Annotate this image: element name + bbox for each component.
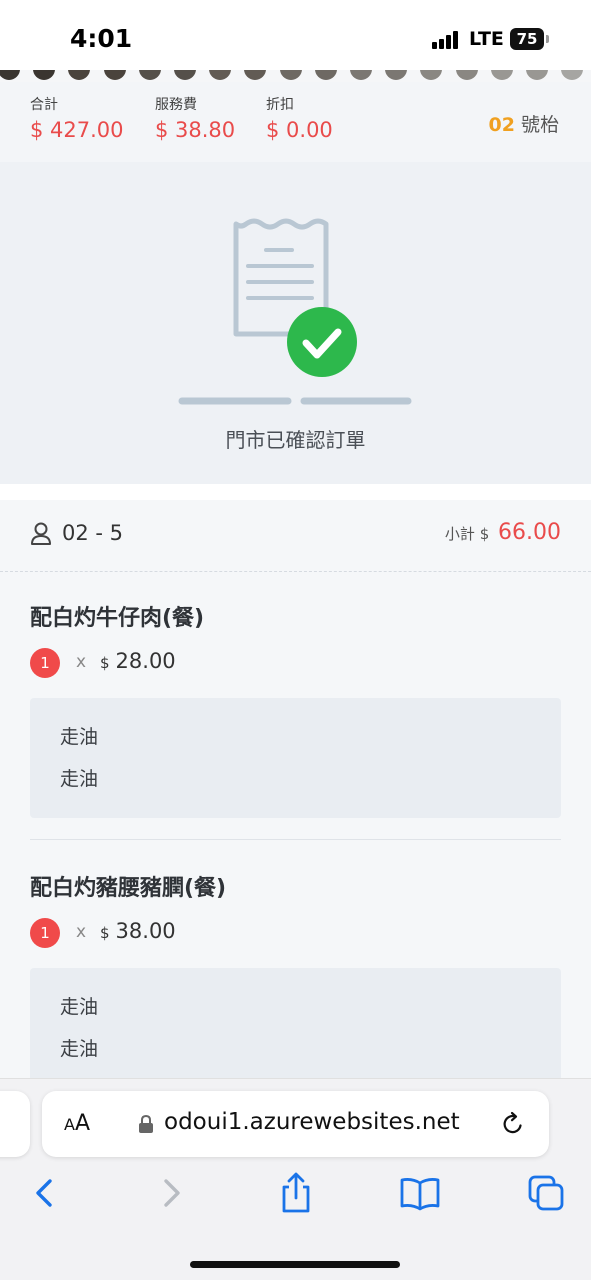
address-bar[interactable]: AA odoui1.azurewebsites.net bbox=[42, 1091, 549, 1157]
confirmation-panel: 門市已確認訂單 bbox=[0, 162, 591, 484]
item-name: 配白灼豬腰豬膶(餐) bbox=[30, 876, 227, 901]
scallop bbox=[420, 70, 443, 80]
order-summary: 合計 $ 427.00 服務費 $ 38.80 折扣 $ 0.00 02 號枱 bbox=[0, 82, 591, 162]
tabs-icon[interactable] bbox=[524, 1171, 568, 1215]
subtotal: 小計 $ 66.00 bbox=[445, 520, 561, 545]
item-note: 走油 bbox=[60, 996, 99, 1018]
share-icon[interactable] bbox=[274, 1171, 318, 1215]
scallop bbox=[526, 70, 548, 80]
status-bar: 4:01 LTE 75 bbox=[0, 0, 591, 72]
table-number: 02 號枱 bbox=[489, 110, 559, 137]
lock-icon bbox=[139, 1114, 153, 1133]
confirmation-message: 門市已確認訂單 bbox=[225, 428, 366, 452]
scallop bbox=[244, 70, 267, 80]
item-price-value: 38.00 bbox=[115, 919, 176, 943]
item-price: $38.00 bbox=[100, 919, 176, 943]
scallop bbox=[490, 70, 513, 80]
order-content[interactable]: 02 - 5 小計 $ 66.00 配白灼牛仔肉(餐) 1 x $28.00 走… bbox=[0, 500, 591, 1080]
scallop bbox=[174, 70, 196, 80]
item-currency: $ bbox=[100, 924, 110, 942]
service-label: 服務費 bbox=[155, 97, 197, 113]
total-column: 合計 $ 427.00 bbox=[30, 94, 124, 142]
qty-row: 1 x $28.00 bbox=[30, 648, 561, 678]
url-text[interactable]: odoui1.azurewebsites.net bbox=[164, 1109, 460, 1135]
total-label: 合計 bbox=[30, 97, 58, 113]
item-price-value: 28.00 bbox=[115, 649, 176, 673]
qty-times: x bbox=[76, 652, 87, 672]
item-name: 配白灼牛仔肉(餐) bbox=[30, 606, 205, 631]
battery-tip bbox=[546, 35, 549, 43]
signal-icon bbox=[432, 31, 462, 49]
home-indicator bbox=[190, 1261, 400, 1268]
table-number-value: 02 bbox=[488, 114, 515, 136]
network-label: LTE bbox=[469, 28, 504, 50]
qty-row: 1 x $38.00 bbox=[30, 918, 561, 948]
discount-label: 折扣 bbox=[266, 97, 294, 113]
scallop bbox=[455, 70, 478, 80]
item-note: 走油 bbox=[60, 768, 99, 790]
qty-badge: 1 bbox=[30, 918, 60, 948]
scallop bbox=[68, 70, 91, 80]
text-size-button[interactable]: AA bbox=[64, 1111, 90, 1136]
order-item: 配白灼牛仔肉(餐) 1 x $28.00 走油 走油 bbox=[30, 600, 561, 818]
item-price: $28.00 bbox=[100, 649, 176, 673]
subtotal-currency: $ bbox=[479, 525, 490, 543]
scallop bbox=[314, 70, 337, 80]
item-currency: $ bbox=[100, 654, 110, 672]
subtotal-amount: 66.00 bbox=[498, 520, 561, 545]
reload-icon[interactable] bbox=[500, 1111, 526, 1137]
scallop bbox=[350, 70, 372, 80]
subtotal-label: 小計 bbox=[444, 525, 475, 543]
scallop bbox=[103, 70, 126, 80]
item-notes: 走油 走油 bbox=[30, 698, 561, 818]
scallop bbox=[279, 70, 302, 80]
scallop bbox=[0, 70, 20, 80]
scallop bbox=[561, 70, 584, 80]
qty-badge: 1 bbox=[30, 648, 60, 678]
qty-times: x bbox=[76, 922, 87, 942]
table-number-suffix: 號枱 bbox=[520, 114, 559, 136]
discount-value: $ 0.00 bbox=[266, 118, 333, 142]
bookmarks-icon[interactable] bbox=[398, 1171, 442, 1215]
service-column: 服務費 $ 38.80 bbox=[155, 94, 235, 142]
scallop-edge bbox=[0, 70, 591, 82]
scallop bbox=[209, 70, 232, 80]
order-item: 配白灼豬腰豬膶(餐) 1 x $38.00 走油 走油 bbox=[30, 870, 561, 1080]
back-icon[interactable] bbox=[22, 1171, 66, 1215]
receipt-check-icon bbox=[178, 218, 412, 405]
person-icon bbox=[31, 522, 51, 545]
seat-label: 02 - 5 bbox=[62, 521, 124, 545]
seat-row: 02 - 5 小計 $ 66.00 bbox=[0, 500, 591, 572]
scallop bbox=[385, 70, 408, 80]
discount-column: 折扣 $ 0.00 bbox=[266, 94, 333, 142]
scallop bbox=[138, 70, 161, 80]
item-notes: 走油 走油 bbox=[30, 968, 561, 1080]
battery-icon: 75 bbox=[510, 28, 544, 50]
item-divider bbox=[30, 839, 561, 840]
service-value: $ 38.80 bbox=[155, 118, 236, 142]
total-value: $ 427.00 bbox=[30, 118, 124, 142]
status-time: 4:01 bbox=[70, 24, 133, 53]
previous-tab-preview[interactable] bbox=[0, 1091, 30, 1157]
item-note: 走油 bbox=[60, 726, 99, 748]
forward-icon[interactable] bbox=[150, 1171, 194, 1215]
scallop bbox=[33, 70, 56, 80]
item-note: 走油 bbox=[60, 1038, 99, 1060]
browser-chrome: AA odoui1.azurewebsites.net bbox=[0, 1078, 591, 1280]
